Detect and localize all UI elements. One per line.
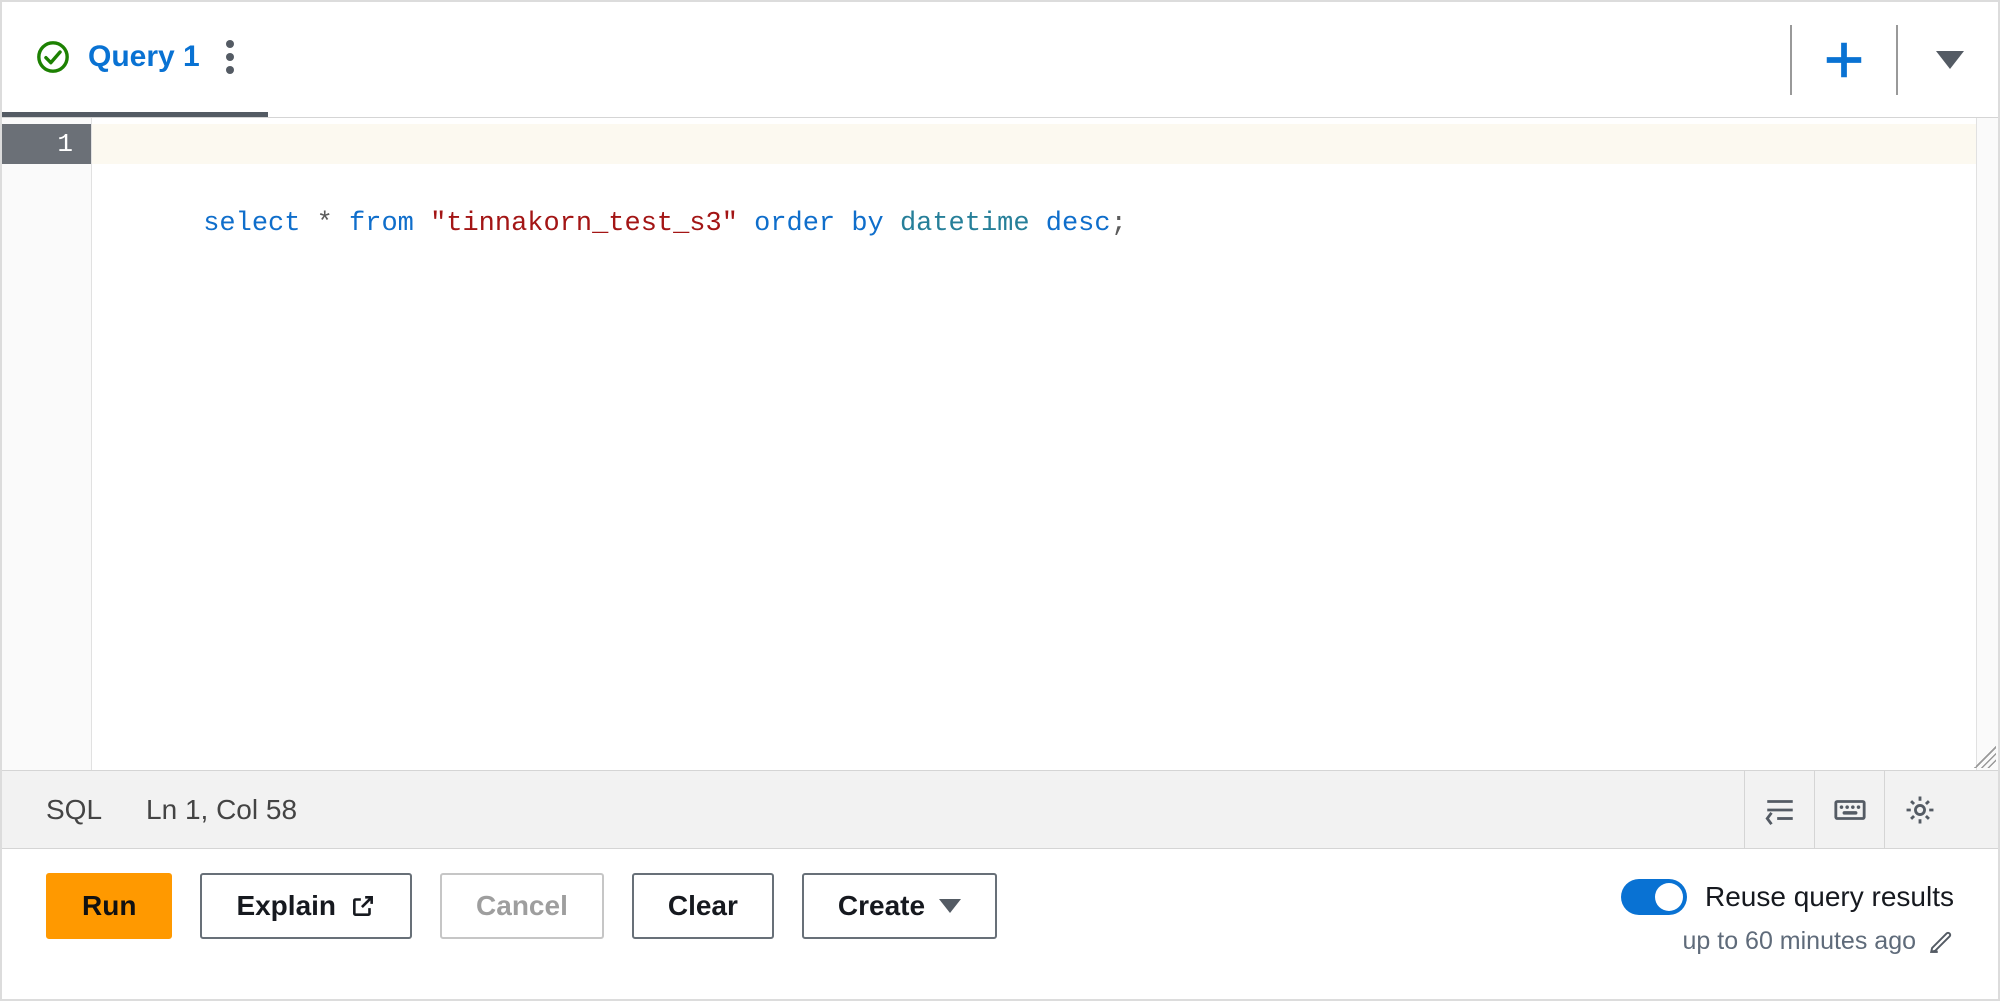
reuse-results-toggle[interactable] (1621, 879, 1687, 915)
query-editor-panel: Query 1 1 select * from "tinnakorn_test_… (0, 0, 2000, 1001)
sql-line: select * from "tinnakorn_test_s3" order … (203, 209, 1127, 239)
run-label: Run (82, 890, 136, 922)
tab-overflow-button[interactable] (1922, 32, 1978, 88)
reuse-results-label: Reuse query results (1705, 881, 1954, 913)
run-button[interactable]: Run (46, 873, 172, 939)
tab-query-1[interactable]: Query 1 (2, 2, 268, 117)
resize-handle-icon[interactable] (1974, 746, 1996, 768)
editor-status-bar: SQL Ln 1, Col 58 (2, 771, 1998, 849)
external-link-icon (350, 893, 376, 919)
language-indicator: SQL (46, 794, 102, 826)
explain-button[interactable]: Explain (200, 873, 412, 939)
success-check-icon (36, 40, 70, 74)
gear-icon (1903, 793, 1937, 827)
wrap-lines-button[interactable] (1744, 771, 1814, 848)
tab-label: Query 1 (88, 40, 200, 74)
reuse-results-section: Reuse query results up to 60 minutes ago (1621, 873, 1954, 956)
create-button[interactable]: Create (802, 873, 997, 939)
keyboard-icon (1833, 793, 1867, 827)
reuse-results-sublabel[interactable]: up to 60 minutes ago (1683, 927, 1955, 956)
action-bar: Run Explain Cancel Clear Create Reuse qu… (2, 849, 1998, 999)
new-query-button[interactable] (1816, 32, 1872, 88)
plus-icon (1821, 37, 1867, 83)
divider (1790, 25, 1792, 95)
tab-bar: Query 1 (2, 2, 1998, 118)
line-number: 1 (2, 124, 91, 164)
editor-right-margin (1976, 118, 1998, 770)
tab-menu-kebab-icon[interactable] (226, 40, 234, 74)
create-label: Create (838, 890, 925, 922)
tab-bar-actions (1766, 2, 1998, 117)
edit-pencil-icon (1928, 929, 1954, 955)
settings-button[interactable] (1884, 771, 1954, 848)
current-line-highlight (92, 124, 1976, 164)
code-editor[interactable]: 1 select * from "tinnakorn_test_s3" orde… (2, 118, 1998, 771)
caret-down-icon (1936, 51, 1964, 69)
caret-down-icon (939, 899, 961, 913)
cancel-button: Cancel (440, 873, 604, 939)
clear-button[interactable]: Clear (632, 873, 774, 939)
line-gutter: 1 (2, 118, 92, 770)
keyboard-button[interactable] (1814, 771, 1884, 848)
wrap-icon (1763, 793, 1797, 827)
cursor-position: Ln 1, Col 58 (146, 794, 297, 826)
clear-label: Clear (668, 890, 738, 922)
divider (1896, 25, 1898, 95)
cancel-label: Cancel (476, 890, 568, 922)
explain-label: Explain (236, 890, 336, 922)
code-area[interactable]: select * from "tinnakorn_test_s3" order … (92, 118, 1976, 770)
